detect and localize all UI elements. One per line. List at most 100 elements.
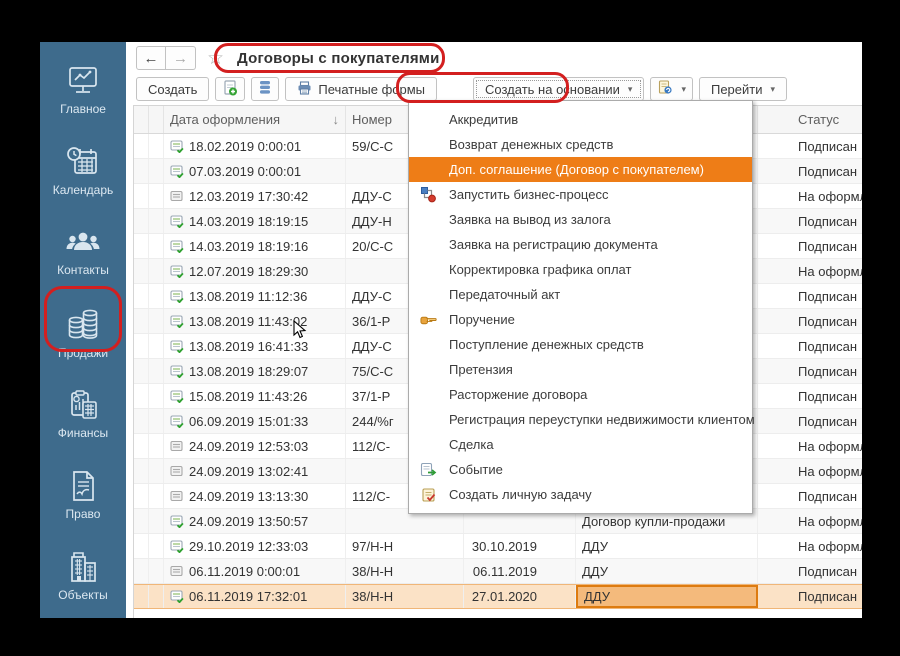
cell-status[interactable]: Подписан xyxy=(758,409,862,433)
forward-button[interactable]: → xyxy=(166,46,196,70)
add-document-button[interactable] xyxy=(215,77,245,101)
menu-item[interactable]: Поручение xyxy=(409,307,752,332)
cell-flag[interactable] xyxy=(149,234,164,258)
sidebar-item-4[interactable]: Финансы xyxy=(40,374,126,455)
cell-status[interactable]: Подписан xyxy=(758,384,862,408)
document-refresh-button[interactable]: ▾ xyxy=(650,77,693,101)
cell-contract-date[interactable]: 30.10.2019 xyxy=(464,534,576,558)
cell-number[interactable]: 38/Н-Н xyxy=(346,559,464,583)
sidebar-item-1[interactable]: Календарь xyxy=(40,131,126,212)
cell-date[interactable]: 13.08.2019 18:29:07 xyxy=(164,359,346,383)
cell-contract-type[interactable]: ДДУ xyxy=(576,534,758,558)
cell-date[interactable]: 29.10.2019 12:33:03 xyxy=(164,534,346,558)
cell-marker[interactable] xyxy=(134,409,149,433)
cell-marker[interactable] xyxy=(134,259,149,283)
cell-marker[interactable] xyxy=(134,309,149,333)
menu-item[interactable]: Создать личную задачу xyxy=(409,482,752,507)
menu-item[interactable]: Заявка на вывод из залога xyxy=(409,207,752,232)
cell-marker[interactable] xyxy=(134,134,149,158)
cell-status[interactable]: На оформл xyxy=(758,459,862,483)
cell-flag[interactable] xyxy=(149,309,164,333)
sidebar-item-5[interactable]: Право xyxy=(40,455,126,536)
menu-item[interactable]: Передаточный акт xyxy=(409,282,752,307)
sidebar-item-2[interactable]: Контакты xyxy=(40,212,126,293)
cell-flag[interactable] xyxy=(149,484,164,508)
cell-flag[interactable] xyxy=(149,334,164,358)
cell-date[interactable]: 24.09.2019 13:50:57 xyxy=(164,509,346,533)
menu-item[interactable]: Претензия xyxy=(409,357,752,382)
table-row[interactable]: 06.11.2019 17:32:0138/Н-Н27.01.2020ДДУПо… xyxy=(134,584,862,609)
cell-marker[interactable] xyxy=(134,534,149,558)
cell-flag[interactable] xyxy=(149,459,164,483)
cell-status[interactable]: Подписан xyxy=(758,484,862,508)
menu-item[interactable]: Расторжение договора xyxy=(409,382,752,407)
cell-flag[interactable] xyxy=(149,184,164,208)
cell-status[interactable]: Подписан xyxy=(758,134,862,158)
cell-contract-type[interactable]: ДДУ xyxy=(576,559,758,583)
menu-item[interactable]: Корректировка графика оплат xyxy=(409,257,752,282)
menu-item[interactable]: Заявка на регистрацию документа xyxy=(409,232,752,257)
sidebar-item-0[interactable]: Главное xyxy=(40,50,126,131)
header-flag-col[interactable] xyxy=(149,106,164,133)
cell-date[interactable]: 06.11.2019 17:32:01 xyxy=(164,585,346,608)
menu-item[interactable]: Сделка xyxy=(409,432,752,457)
table-row[interactable]: 06.11.2019 0:00:0138/Н-Н06.11.2019ДДУПод… xyxy=(134,559,862,584)
cell-flag[interactable] xyxy=(149,209,164,233)
menu-item[interactable]: Регистрация переуступки недвижимости кли… xyxy=(409,407,752,432)
cell-status[interactable]: Подписан xyxy=(758,334,862,358)
cell-flag[interactable] xyxy=(149,159,164,183)
menu-item[interactable]: Запустить бизнес-процесс xyxy=(409,182,752,207)
create-button[interactable]: Создать xyxy=(136,77,209,101)
menu-item[interactable]: Возврат денежных средств xyxy=(409,132,752,157)
cell-flag[interactable] xyxy=(149,259,164,283)
cell-marker[interactable] xyxy=(134,184,149,208)
cell-flag[interactable] xyxy=(149,585,164,608)
menu-item[interactable]: Аккредитив xyxy=(409,107,752,132)
header-date[interactable]: Дата оформления ↓ xyxy=(164,106,346,133)
cell-flag[interactable] xyxy=(149,359,164,383)
cell-date[interactable]: 06.11.2019 0:00:01 xyxy=(164,559,346,583)
cell-flag[interactable] xyxy=(149,559,164,583)
cell-status[interactable]: Подписан xyxy=(758,309,862,333)
cell-status[interactable]: На оформл xyxy=(758,509,862,533)
cell-date[interactable]: 13.08.2019 16:41:33 xyxy=(164,334,346,358)
cell-flag[interactable] xyxy=(149,509,164,533)
cell-status[interactable]: На оформл xyxy=(758,184,862,208)
cell-marker[interactable] xyxy=(134,509,149,533)
cell-flag[interactable] xyxy=(149,534,164,558)
cell-marker[interactable] xyxy=(134,559,149,583)
cell-marker[interactable] xyxy=(134,359,149,383)
header-status[interactable]: Статус xyxy=(758,106,862,133)
list-settings-button[interactable] xyxy=(251,77,279,101)
cell-contract-date[interactable]: 06.11.2019 xyxy=(464,559,576,583)
cell-status[interactable]: На оформл xyxy=(758,434,862,458)
header-marker-col[interactable] xyxy=(134,106,149,133)
cell-status[interactable]: Подписан xyxy=(758,234,862,258)
cell-marker[interactable] xyxy=(134,209,149,233)
cell-marker[interactable] xyxy=(134,484,149,508)
sidebar-item-6[interactable]: Объекты xyxy=(40,536,126,617)
back-button[interactable]: ← xyxy=(136,46,166,70)
cell-number[interactable]: 38/Н-Н xyxy=(346,585,464,608)
cell-status[interactable]: Подписан xyxy=(758,284,862,308)
cell-contract-type[interactable]: ДДУ xyxy=(576,585,758,608)
cell-date[interactable]: 24.09.2019 13:13:30 xyxy=(164,484,346,508)
cell-marker[interactable] xyxy=(134,585,149,608)
cell-date[interactable]: 06.09.2019 15:01:33 xyxy=(164,409,346,433)
cell-date[interactable]: 13.08.2019 11:12:36 xyxy=(164,284,346,308)
cell-contract-date[interactable]: 27.01.2020 xyxy=(464,585,576,608)
cell-date[interactable]: 24.09.2019 13:02:41 xyxy=(164,459,346,483)
cell-date[interactable]: 15.08.2019 11:43:26 xyxy=(164,384,346,408)
cell-marker[interactable] xyxy=(134,234,149,258)
cell-status[interactable]: Подписан xyxy=(758,359,862,383)
cell-date[interactable]: 18.02.2019 0:00:01 xyxy=(164,134,346,158)
menu-item[interactable]: Поступление денежных средств xyxy=(409,332,752,357)
cell-date[interactable]: 12.03.2019 17:30:42 xyxy=(164,184,346,208)
cell-date[interactable]: 13.08.2019 11:43:02 xyxy=(164,309,346,333)
cell-flag[interactable] xyxy=(149,134,164,158)
cell-status[interactable]: Подписан xyxy=(758,559,862,583)
cell-marker[interactable] xyxy=(134,434,149,458)
menu-item[interactable]: Доп. соглашение (Договор с покупателем) xyxy=(409,157,752,182)
cell-number[interactable]: 97/Н-Н xyxy=(346,534,464,558)
cell-status[interactable]: Подписан xyxy=(758,585,862,608)
